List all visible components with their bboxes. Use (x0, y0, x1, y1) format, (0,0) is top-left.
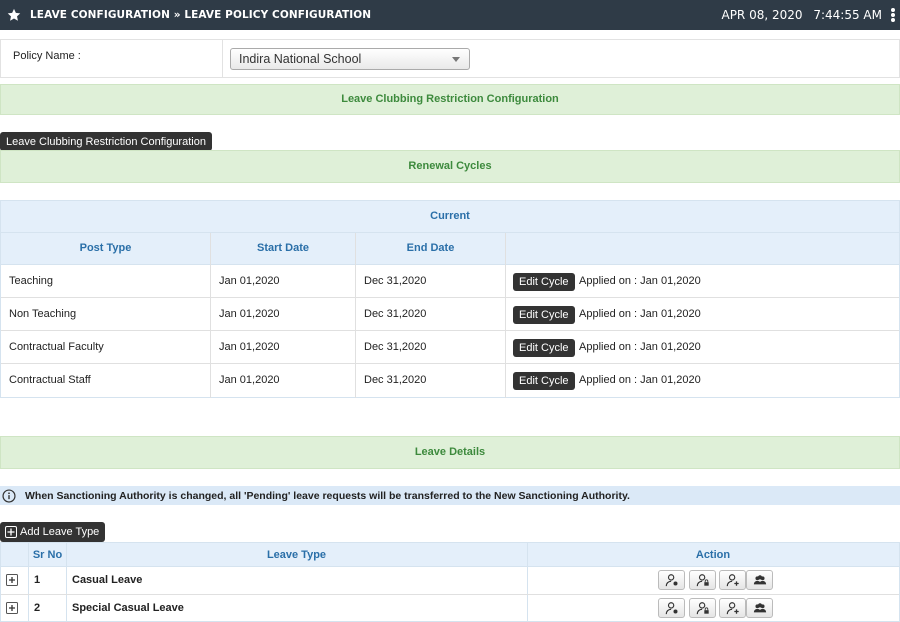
start-date: Jan 01,2020 (219, 275, 280, 287)
post-type: Non Teaching (9, 308, 77, 320)
info-message: When Sanctioning Authority is changed, a… (0, 486, 900, 505)
user-settings-icon[interactable] (658, 570, 685, 590)
expand-icon[interactable] (6, 574, 18, 586)
applied-on: Applied on : Jan 01,2020 (579, 308, 701, 320)
add-leave-type-label: Add Leave Type (20, 526, 100, 538)
user-add-icon[interactable] (719, 598, 746, 618)
renewal-cycles-table: Current Post Type Start Date End Date Te… (0, 200, 900, 398)
user-lock-icon[interactable] (689, 598, 716, 618)
renewal-cycles-band: Renewal Cycles (0, 150, 900, 183)
expand-icon[interactable] (6, 602, 18, 614)
current-date: APR 08, 2020 (721, 8, 803, 22)
policy-name-row: Policy Name : Indira National School (0, 39, 900, 78)
add-leave-type-button[interactable]: Add Leave Type (0, 522, 106, 542)
policy-name-select[interactable]: Indira National School (230, 48, 470, 70)
col-sr-no: Sr No (32, 549, 63, 561)
table-row: Teaching Jan 01,2020 Dec 31,2020 Edit Cy… (1, 265, 899, 298)
info-text: When Sanctioning Authority is changed, a… (25, 489, 630, 502)
end-date: Dec 31,2020 (364, 374, 427, 386)
table-header: Post Type Start Date End Date (1, 233, 899, 265)
post-type: Teaching (9, 275, 54, 287)
sr-no: 2 (34, 602, 41, 614)
end-date: Dec 31,2020 (364, 341, 427, 353)
col-leave-type: Leave Type (266, 549, 327, 561)
clubbing-config-button[interactable]: Leave Clubbing Restriction Configuration (0, 132, 212, 151)
table-row: 2 Special Casual Leave (1, 595, 899, 622)
edit-cycle-button[interactable]: Edit Cycle (513, 273, 575, 291)
kebab-menu-icon[interactable] (891, 8, 895, 22)
datetime: APR 08, 2020 7:44:55 AM (721, 8, 882, 22)
col-action: Action (695, 549, 731, 561)
start-date: Jan 01,2020 (219, 374, 280, 386)
sr-no: 1 (34, 574, 41, 586)
users-group-icon[interactable] (746, 598, 773, 618)
table-caption: Current (1, 201, 899, 233)
leave-details-band: Leave Details (0, 436, 900, 469)
leave-type-name: Casual Leave (72, 574, 143, 586)
end-date: Dec 31,2020 (364, 308, 427, 320)
star-icon[interactable] (7, 8, 21, 22)
clubbing-band: Leave Clubbing Restriction Configuration (0, 84, 900, 115)
policy-name-label: Policy Name : (13, 50, 81, 62)
edit-cycle-button[interactable]: Edit Cycle (513, 339, 575, 357)
col-post-type: Post Type (79, 242, 132, 254)
leave-type-table: Sr No Leave Type Action 1 Casual Leave 2… (0, 542, 900, 622)
table-row: Non Teaching Jan 01,2020 Dec 31,2020 Edi… (1, 298, 899, 331)
start-date: Jan 01,2020 (219, 308, 280, 320)
edit-cycle-button[interactable]: Edit Cycle (513, 306, 575, 324)
end-date: Dec 31,2020 (364, 275, 427, 287)
page-title: LEAVE CONFIGURATION » LEAVE POLICY CONFI… (30, 9, 372, 21)
leave-type-name: Special Casual Leave (72, 602, 184, 614)
plus-box-icon (5, 526, 17, 538)
col-end-date: End Date (406, 242, 455, 254)
post-type: Contractual Faculty (9, 341, 104, 353)
table-row: Contractual Faculty Jan 01,2020 Dec 31,2… (1, 331, 899, 364)
user-lock-icon[interactable] (689, 570, 716, 590)
applied-on: Applied on : Jan 01,2020 (579, 341, 701, 353)
start-date: Jan 01,2020 (219, 341, 280, 353)
post-type: Contractual Staff (9, 374, 91, 386)
edit-cycle-button[interactable]: Edit Cycle (513, 372, 575, 390)
user-add-icon[interactable] (719, 570, 746, 590)
applied-on: Applied on : Jan 01,2020 (579, 374, 701, 386)
chevron-down-icon (452, 57, 460, 62)
info-icon (2, 488, 16, 503)
table-header: Sr No Leave Type Action (1, 543, 899, 567)
table-row: Contractual Staff Jan 01,2020 Dec 31,202… (1, 364, 899, 397)
table-row: 1 Casual Leave (1, 567, 899, 595)
top-bar: LEAVE CONFIGURATION » LEAVE POLICY CONFI… (0, 0, 900, 30)
users-group-icon[interactable] (746, 570, 773, 590)
policy-name-value: Indira National School (239, 52, 362, 66)
applied-on: Applied on : Jan 01,2020 (579, 275, 701, 287)
col-start-date: Start Date (257, 242, 309, 254)
current-time: 7:44:55 AM (813, 8, 882, 22)
user-settings-icon[interactable] (658, 598, 685, 618)
